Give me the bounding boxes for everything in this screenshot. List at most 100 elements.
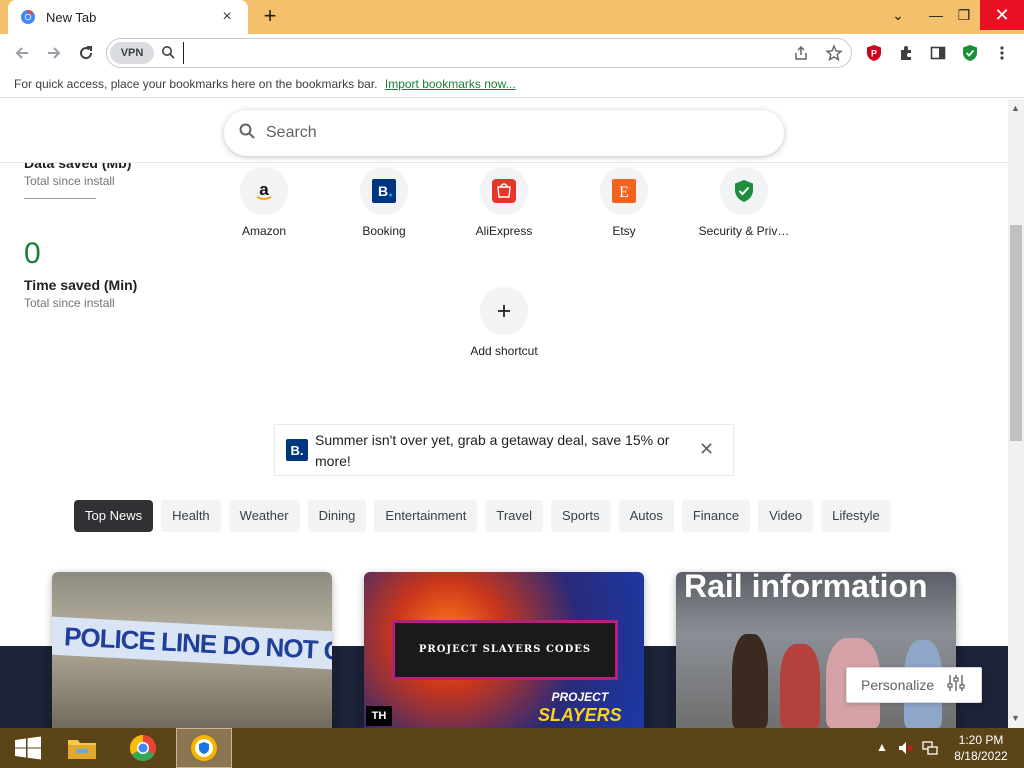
tab-health[interactable]: Health xyxy=(161,500,221,532)
shortcut-aliexpress[interactable]: AliExpress xyxy=(449,167,559,238)
news-card-logo-line: PROJECT xyxy=(551,690,609,704)
time-saved-subtitle: Total since install xyxy=(24,296,115,310)
news-card-logo: PROJECT SLAYERS xyxy=(538,688,622,724)
stats-divider xyxy=(24,198,96,199)
tab-close-icon[interactable]: × xyxy=(218,8,236,26)
restore-button[interactable]: ❐ xyxy=(946,0,982,30)
search-header: Search xyxy=(0,99,1008,163)
tab-weather[interactable]: Weather xyxy=(228,500,300,532)
personalize-label: Personalize xyxy=(861,677,935,693)
tab-new-tab[interactable]: New Tab × xyxy=(8,0,248,34)
news-card-logo-line: SLAYERS xyxy=(538,705,622,725)
chrome-favicon-icon xyxy=(20,9,36,25)
personalize-button[interactable]: Personalize xyxy=(846,667,982,703)
tray-expand-icon[interactable]: ▲ xyxy=(876,740,888,754)
volume-muted-icon[interactable] xyxy=(898,740,914,759)
file-explorer-icon[interactable] xyxy=(54,728,110,768)
tab-entertainment[interactable]: Entertainment xyxy=(374,500,478,532)
shield-check-icon[interactable] xyxy=(960,43,980,63)
windows-taskbar: ▲ 1:20 PM 8/18/2022 xyxy=(0,728,1024,768)
vpn-button[interactable]: VPN xyxy=(110,42,154,64)
clock-time: 1:20 PM xyxy=(958,733,1004,747)
address-bar[interactable]: VPN xyxy=(106,38,852,68)
search-icon xyxy=(238,122,256,145)
news-card[interactable]: PROJECT SLAYERS CODES PROJECT SLAYERS TH xyxy=(364,572,644,728)
search-placeholder: Search xyxy=(266,124,317,141)
chrome-taskbar-icon[interactable] xyxy=(115,728,171,768)
search-box[interactable]: Search xyxy=(224,110,784,156)
shortcut-label: Amazon xyxy=(241,224,287,238)
address-input[interactable] xyxy=(183,42,763,64)
booking-icon: B. xyxy=(286,439,308,461)
tab-autos[interactable]: Autos xyxy=(618,500,674,532)
close-window-button[interactable]: ✕ xyxy=(980,0,1024,30)
news-card-image-text: PROJECT SLAYERS CODES xyxy=(392,620,618,680)
news-card-image-figure xyxy=(732,634,768,728)
reload-icon[interactable] xyxy=(74,41,98,65)
tab-top-news[interactable]: Top News xyxy=(74,500,154,532)
side-panel-icon[interactable] xyxy=(928,43,948,63)
shortcut-label: Add shortcut xyxy=(470,344,538,358)
taskbar-clock[interactable]: 1:20 PM 8/18/2022 xyxy=(948,732,1014,764)
etsy-icon: E xyxy=(600,167,648,215)
tab-dining[interactable]: Dining xyxy=(307,500,367,532)
new-tab-button[interactable]: + xyxy=(258,5,282,29)
svg-text:P: P xyxy=(871,49,877,59)
search-icon xyxy=(161,45,175,64)
shortcut-security-privacy[interactable]: Security & Priv… xyxy=(689,167,799,238)
tab-finance[interactable]: Finance xyxy=(681,500,751,532)
windows-start-icon[interactable] xyxy=(0,728,56,768)
news-card[interactable]: Rail information xyxy=(676,572,956,728)
time-saved-value: 0 xyxy=(24,237,41,270)
vpn-browser-taskbar-icon[interactable] xyxy=(176,728,232,768)
add-shortcut-button[interactable]: Add shortcut xyxy=(449,287,559,358)
promo-text: Summer isn't over yet, grab a getaway de… xyxy=(315,432,670,469)
new-tab-page: Data saved (Mb) Total since install 0 Ti… xyxy=(0,99,1008,728)
tab-video[interactable]: Video xyxy=(758,500,814,532)
stats-panel: Data saved (Mb) Total since install 0 Ti… xyxy=(24,155,184,310)
plus-icon xyxy=(480,287,528,335)
aliexpress-icon xyxy=(480,167,528,215)
shortcut-booking[interactable]: B Booking xyxy=(329,167,439,238)
close-icon[interactable]: ✕ xyxy=(699,439,714,460)
forward-arrow-icon[interactable] xyxy=(42,41,66,65)
import-bookmarks-link[interactable]: Import bookmarks now... xyxy=(385,77,516,91)
tab-strip: New Tab × + ⌄ — ❐ ✕ xyxy=(0,0,1024,34)
menu-icon[interactable] xyxy=(992,43,1012,63)
booking-icon: B xyxy=(360,167,408,215)
bookmarks-bar: For quick access, place your bookmarks h… xyxy=(0,72,1024,98)
news-card-image-figure xyxy=(780,644,820,728)
shortcut-label: AliExpress xyxy=(475,224,533,238)
amazon-icon: a xyxy=(240,167,288,215)
data-saved-subtitle: Total since install xyxy=(24,174,115,188)
booking-promo-banner[interactable]: B. Summer isn't over yet, grab a getaway… xyxy=(274,424,734,476)
news-card-badge: TH xyxy=(366,706,392,726)
time-saved-title: Time saved (Min) xyxy=(24,277,138,293)
scroll-down-arrow-icon[interactable]: ▼ xyxy=(1011,713,1020,723)
puzzle-icon[interactable] xyxy=(896,43,916,63)
share-icon[interactable] xyxy=(793,45,809,66)
clock-date: 8/18/2022 xyxy=(954,749,1008,763)
shortcut-etsy[interactable]: E Etsy xyxy=(569,167,679,238)
page-scrollbar[interactable]: ▲ ▼ xyxy=(1008,99,1024,728)
proton-pass-icon[interactable]: P xyxy=(864,43,884,63)
shortcut-label: Booking xyxy=(362,224,406,238)
sliders-icon xyxy=(946,673,966,698)
tab-travel[interactable]: Travel xyxy=(485,500,543,532)
svg-text:B: B xyxy=(378,183,388,199)
shortcut-amazon[interactable]: a Amazon xyxy=(209,167,319,238)
news-card[interactable]: POLICE LINE DO NOT CROSS xyxy=(52,572,332,728)
back-arrow-icon[interactable] xyxy=(10,41,34,65)
tab-lifestyle[interactable]: Lifestyle xyxy=(821,500,891,532)
scrollbar-thumb[interactable] xyxy=(1010,225,1022,441)
network-icon[interactable] xyxy=(922,740,938,759)
news-card-image-text: Rail information xyxy=(684,572,928,604)
shortcut-label: Security & Priv… xyxy=(698,224,790,238)
scroll-up-arrow-icon[interactable]: ▲ xyxy=(1011,103,1020,113)
tab-search-chevron-icon[interactable]: ⌄ xyxy=(880,0,916,30)
bookmarks-hint-text: For quick access, place your bookmarks h… xyxy=(14,77,378,91)
tab-sports[interactable]: Sports xyxy=(551,500,611,532)
browser-toolbar: VPN P xyxy=(0,34,1024,72)
tab-title: New Tab xyxy=(46,9,97,25)
bookmark-star-icon[interactable] xyxy=(825,44,843,67)
